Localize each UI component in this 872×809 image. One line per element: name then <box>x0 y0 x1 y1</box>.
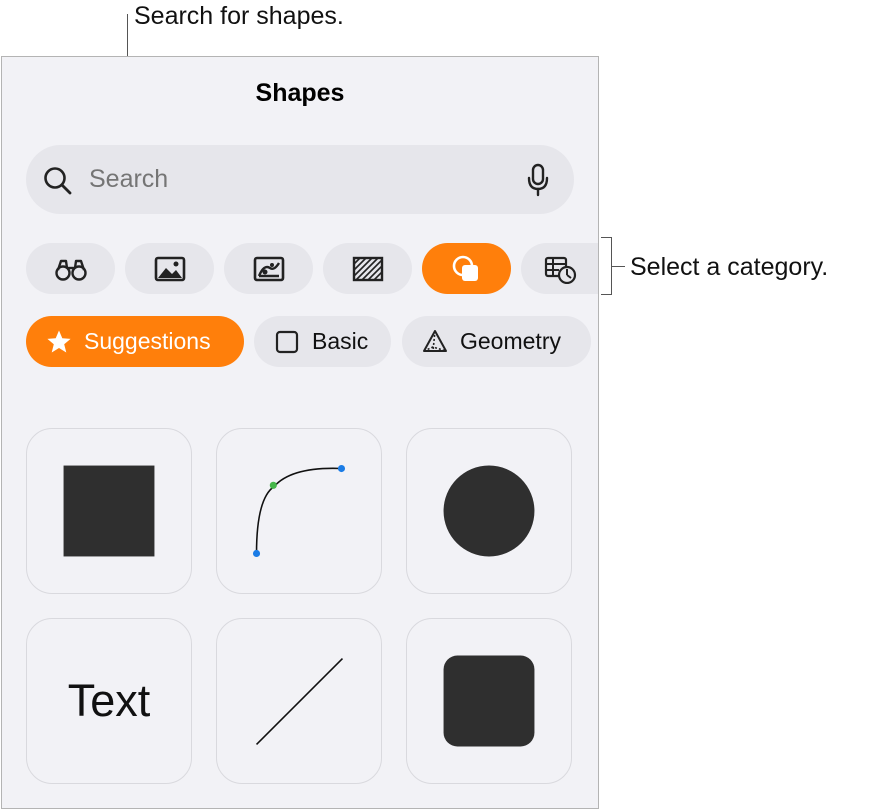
category-shapes-button[interactable] <box>422 243 511 294</box>
category-callout-line <box>611 266 625 267</box>
square-shape <box>63 465 155 557</box>
shape-tile-text[interactable]: Text <box>26 618 192 784</box>
category-photo-button[interactable] <box>125 243 214 294</box>
search-callout-text: Search for shapes. <box>134 2 344 30</box>
shape-tile-rounded-square[interactable] <box>406 618 572 784</box>
chip-suggestions[interactable]: Suggestions <box>26 316 244 367</box>
category-callout-text: Select a category. <box>630 253 829 281</box>
shapes-icon <box>452 255 478 281</box>
category-table-chart-button[interactable] <box>521 243 598 294</box>
search-bar[interactable] <box>26 145 574 214</box>
circle-shape <box>443 465 535 557</box>
category-binoculars-button[interactable] <box>26 243 115 294</box>
chip-geometry[interactable]: Geometry <box>402 316 591 367</box>
chip-geometry-label: Geometry <box>460 328 561 354</box>
text-shape-label: Text <box>67 675 151 726</box>
microphone-icon[interactable] <box>526 163 550 197</box>
table-chart-icon <box>544 256 576 284</box>
magnifying-glass-icon <box>44 167 72 195</box>
shape-tile-square[interactable] <box>26 428 192 594</box>
shape-tile-curve[interactable] <box>216 428 382 594</box>
chip-basic-label: Basic <box>312 328 369 354</box>
square-outline-icon <box>275 330 299 353</box>
line-shape <box>255 657 344 746</box>
panel-title: Shapes <box>255 79 345 107</box>
hatched-pattern-icon <box>352 256 383 281</box>
media-icon <box>253 256 284 281</box>
rounded-square-shape <box>443 655 535 747</box>
chip-suggestions-label: Suggestions <box>84 328 211 354</box>
category-media-button[interactable] <box>224 243 313 294</box>
pyramid-icon <box>423 329 447 352</box>
category-pattern-button[interactable] <box>323 243 412 294</box>
binoculars-icon <box>54 259 87 281</box>
photo-icon <box>154 256 185 281</box>
curve-shape <box>252 464 346 558</box>
search-input[interactable] <box>89 165 489 194</box>
shapes-panel: Shapes Search Suggestions Basic Geometry… <box>1 56 599 809</box>
shape-tile-line[interactable] <box>216 618 382 784</box>
shape-tile-circle[interactable] <box>406 428 572 594</box>
chip-basic[interactable]: Basic <box>254 316 391 367</box>
star-icon <box>47 330 71 352</box>
